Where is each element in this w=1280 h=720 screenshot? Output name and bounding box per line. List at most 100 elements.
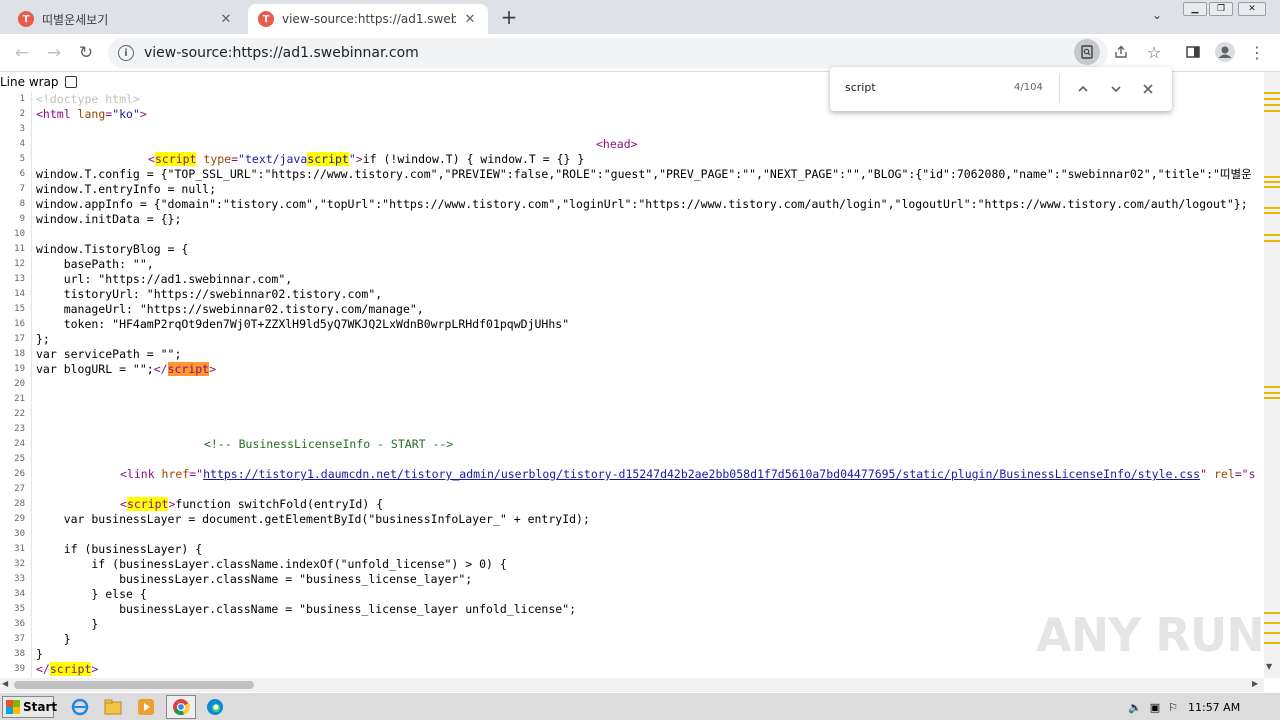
code-line: if (businessLayer.className.indexOf("unf… xyxy=(36,557,507,571)
media-player-icon[interactable] xyxy=(134,696,158,718)
match-marker xyxy=(1264,104,1280,106)
menu-kebab-icon[interactable]: ⋮ xyxy=(1244,39,1270,65)
minimize-icon[interactable]: ▁ xyxy=(1183,2,1207,16)
line-number-text: 3 xyxy=(19,124,25,134)
code-line: var businessLayer = document.getElementB… xyxy=(36,512,590,526)
windows-taskbar: Start 🔈 ▣ ⚐ 11:57 AM xyxy=(0,692,1280,720)
code-line: businessLayer.className = "business_lice… xyxy=(36,602,577,616)
code-line: } xyxy=(36,632,71,646)
bookmark-star-icon[interactable]: ☆ xyxy=(1141,39,1167,65)
internet-explorer-icon[interactable] xyxy=(68,696,92,718)
match-marker xyxy=(1264,98,1280,100)
source-view: 1 2 3 4 5 6 7 8 9 10 11 12 13 14 15 16 17 18 19 20 21 22 23 24 2… xyxy=(0,92,1264,678)
line-wrap-checkbox[interactable] xyxy=(64,76,77,88)
line-number: 27 xyxy=(0,482,1264,497)
restore-icon[interactable]: ❐ xyxy=(1209,2,1233,16)
line-number: 3 xyxy=(0,122,1264,137)
find-match-count: 4/104 xyxy=(1014,82,1043,93)
line-number-text: 11 xyxy=(14,244,25,254)
find-previous-icon[interactable] xyxy=(1072,78,1094,100)
horizontal-scroll-thumb[interactable] xyxy=(14,681,254,689)
find-input[interactable]: script xyxy=(845,81,876,94)
tab-fortune[interactable]: T 띠별운세보기 ✕ xyxy=(8,4,244,34)
find-close-icon[interactable] xyxy=(1137,78,1159,100)
back-icon[interactable]: ← xyxy=(10,41,34,65)
tistory-favicon-icon: T xyxy=(18,11,34,27)
find-next-icon[interactable] xyxy=(1105,78,1127,100)
find-icon[interactable] xyxy=(1074,39,1100,65)
scroll-right-arrow-icon[interactable]: ▶ xyxy=(1252,679,1258,688)
line-number-text: 35 xyxy=(14,604,25,614)
line-number-text: 37 xyxy=(14,634,25,644)
line-number: 25 xyxy=(0,452,1264,467)
address-bar[interactable]: i view-source:https://ad1.swebinnar.com xyxy=(108,38,1108,68)
line-number-text: 6 xyxy=(19,169,25,179)
line-number-text: 34 xyxy=(14,589,25,599)
edge-icon[interactable] xyxy=(203,696,227,718)
code-line: } xyxy=(36,647,43,661)
close-tab-icon[interactable]: ✕ xyxy=(218,11,234,27)
code-line: var servicePath = ""; xyxy=(36,347,182,361)
match-marker xyxy=(1264,632,1280,634)
match-marker xyxy=(1264,186,1280,188)
reload-icon[interactable]: ↻ xyxy=(74,41,98,65)
match-marker xyxy=(1264,622,1280,624)
anyrun-watermark: ANY RUN xyxy=(1036,608,1265,662)
scroll-left-arrow-icon[interactable]: ◀ xyxy=(2,679,8,688)
chevron-down-icon[interactable]: ⌄ xyxy=(1152,8,1162,22)
code-line: window.appInfo = {"domain":"tistory.com"… xyxy=(36,197,1248,211)
scroll-down-arrow-icon[interactable]: ▼ xyxy=(1266,662,1272,671)
code-line: businessLayer.className = "business_lice… xyxy=(36,572,473,586)
code-line: manageUrl: "https://swebinnar02.tistory.… xyxy=(36,302,424,316)
flag-icon[interactable]: ⚐ xyxy=(1168,701,1178,714)
close-tab-icon[interactable]: ✕ xyxy=(462,11,478,27)
chrome-taskbar-icon[interactable] xyxy=(166,695,196,719)
line-number-text: 18 xyxy=(14,349,25,359)
profile-avatar-icon[interactable] xyxy=(1212,39,1238,65)
new-tab-icon[interactable]: + xyxy=(498,5,520,29)
line-number-text: 10 xyxy=(14,229,25,239)
stylesheet-link[interactable]: https://tistory1.daumcdn.net/tistory_adm… xyxy=(203,467,1200,481)
clock[interactable]: 11:57 AM xyxy=(1188,701,1240,714)
line-number-text: 23 xyxy=(14,424,25,434)
network-icon[interactable]: ▣ xyxy=(1150,701,1160,714)
line-number-text: 20 xyxy=(14,379,25,389)
start-button[interactable]: Start xyxy=(2,696,57,718)
horizontal-scrollbar[interactable]: ◀ ▶ xyxy=(0,678,1264,692)
code-line: </script> xyxy=(36,662,99,676)
line-number-text: 15 xyxy=(14,304,25,314)
line-number-text: 29 xyxy=(14,514,25,524)
code-line: var blogURL = "";</script> xyxy=(36,362,217,376)
info-icon[interactable]: i xyxy=(118,45,134,61)
file-explorer-icon[interactable] xyxy=(101,696,125,718)
tab-view-source[interactable]: T view-source:https://ad1.swebinnar.com … xyxy=(248,4,488,34)
volume-icon[interactable]: 🔈 xyxy=(1128,701,1142,714)
line-number: 22 xyxy=(0,407,1264,422)
forward-icon[interactable]: → xyxy=(42,41,66,65)
line-number-text: 1 xyxy=(19,94,25,104)
match-marker xyxy=(1264,240,1280,242)
close-window-icon[interactable]: ✕ xyxy=(1238,2,1266,16)
match-marker xyxy=(1264,234,1280,236)
line-number: 39 xyxy=(0,662,1264,677)
code-line: <link href="https://tistory1.daumcdn.net… xyxy=(120,467,1256,481)
line-number-text: 22 xyxy=(14,409,25,419)
line-number-text: 8 xyxy=(19,199,25,209)
vertical-scrollbar[interactable] xyxy=(1264,72,1280,678)
code-line: <script>function switchFold(entryId) { xyxy=(120,497,384,511)
line-wrap-control[interactable]: Line wrap xyxy=(0,72,77,92)
system-tray: 🔈 ▣ ⚐ 11:57 AM xyxy=(1124,695,1278,719)
match-marker xyxy=(1264,612,1280,614)
code-line: window.initData = {}; xyxy=(36,212,182,226)
share-icon[interactable] xyxy=(1108,39,1134,65)
line-number: 30 xyxy=(0,527,1264,542)
match-marker xyxy=(1264,392,1280,394)
windows-logo-icon xyxy=(6,700,20,714)
line-number-text: 12 xyxy=(14,259,25,269)
tab-strip: T 띠별운세보기 ✕ T view-source:https://ad1.swe… xyxy=(0,0,1280,34)
code-line: <head> xyxy=(596,137,638,151)
match-marker xyxy=(1264,181,1280,183)
line-number-text: 26 xyxy=(14,469,25,479)
side-panel-icon[interactable] xyxy=(1180,39,1206,65)
line-wrap-label: Line wrap xyxy=(0,75,59,89)
